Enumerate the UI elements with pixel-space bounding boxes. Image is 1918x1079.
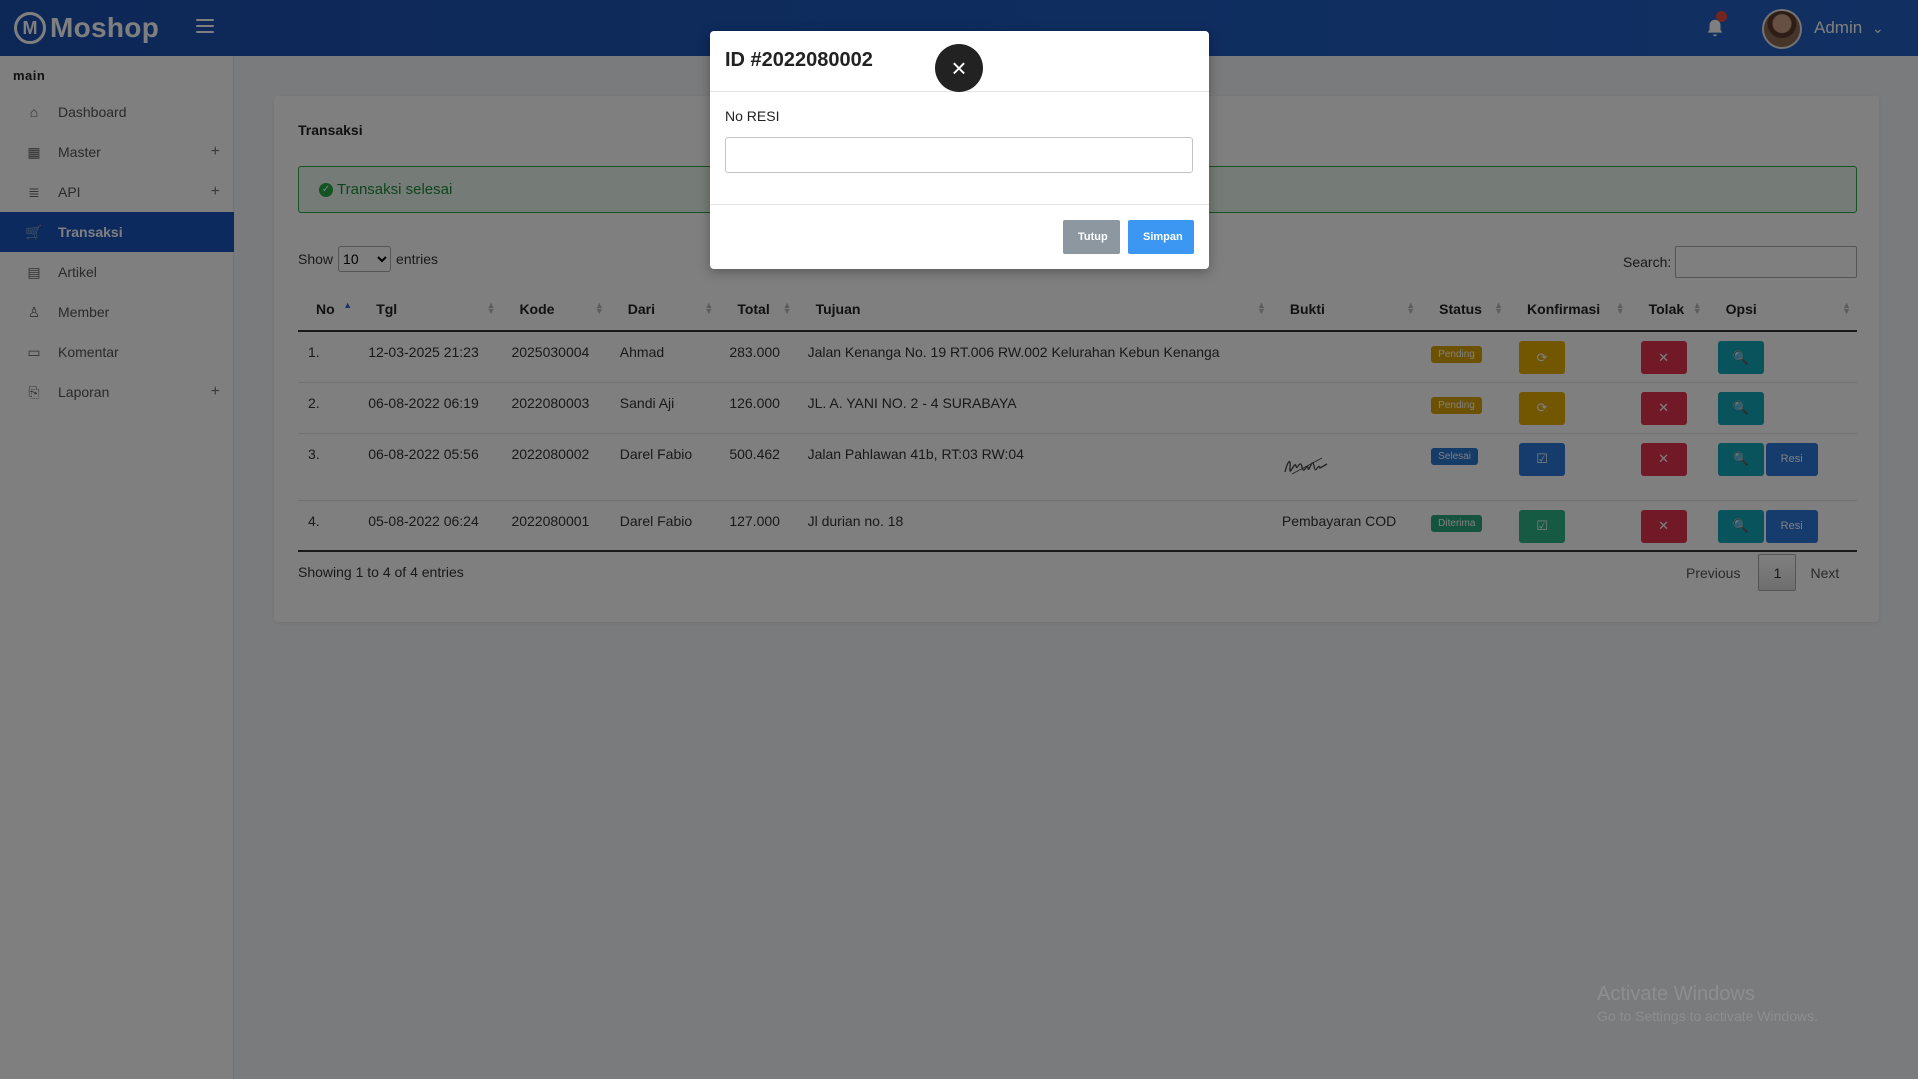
simpan-button[interactable]: Simpan <box>1128 220 1194 254</box>
tutup-button[interactable]: Tutup <box>1063 220 1120 254</box>
no-resi-label: No RESI <box>725 108 780 124</box>
windows-activation-watermark: Activate Windows Go to Settings to activ… <box>1597 983 1818 1024</box>
watermark-subtitle: Go to Settings to activate Windows. <box>1597 1008 1818 1024</box>
modal-footer: Tutup Simpan <box>1063 220 1194 254</box>
close-icon[interactable]: × <box>935 44 983 92</box>
no-resi-input[interactable] <box>725 137 1193 173</box>
watermark-title: Activate Windows <box>1597 983 1755 1005</box>
resi-modal: ID #2022080002 × No RESI Tutup Simpan <box>710 31 1209 269</box>
modal-body: No RESI <box>710 92 1209 205</box>
